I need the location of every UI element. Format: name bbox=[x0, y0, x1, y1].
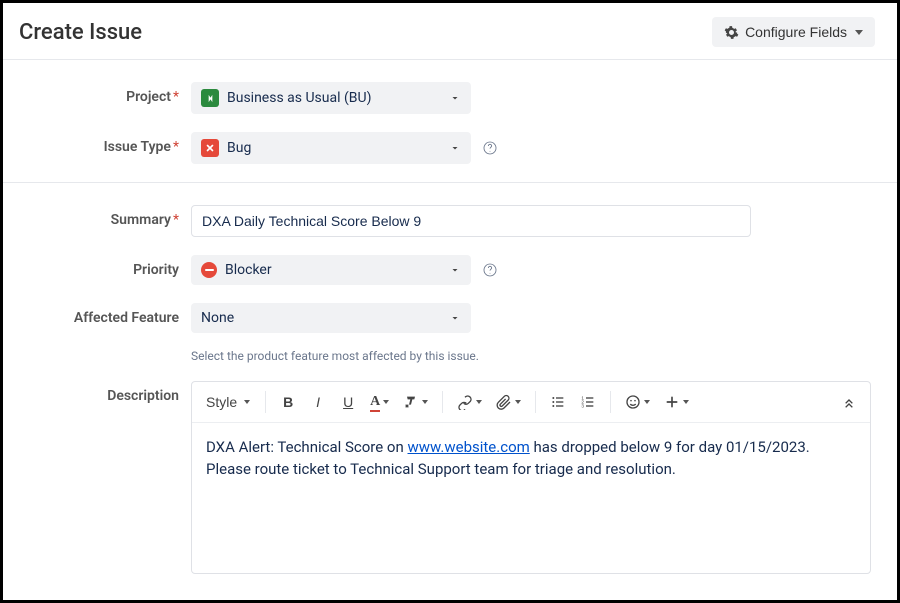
affected-feature-value: None bbox=[201, 310, 234, 326]
project-row: Project* Business as Usual (BU) bbox=[19, 82, 875, 114]
text-color-button[interactable]: A bbox=[365, 388, 394, 416]
create-issue-dialog: Create Issue Configure Fields Project* bbox=[0, 0, 900, 603]
configure-fields-label: Configure Fields bbox=[745, 24, 847, 40]
divider bbox=[3, 182, 897, 183]
chevron-down-icon bbox=[683, 400, 689, 404]
description-label: Description bbox=[19, 381, 191, 404]
bullet-list-button[interactable] bbox=[545, 388, 571, 416]
issue-type-select[interactable]: Bug bbox=[191, 132, 471, 164]
bug-icon bbox=[201, 139, 219, 157]
chevron-down-icon bbox=[855, 30, 863, 35]
dialog-header: Create Issue Configure Fields bbox=[19, 3, 875, 59]
description-row: Description Style B I U A bbox=[19, 381, 875, 574]
gear-icon bbox=[724, 25, 739, 40]
separator bbox=[610, 391, 611, 413]
project-select[interactable]: Business as Usual (BU) bbox=[191, 82, 471, 114]
chevron-down-icon bbox=[515, 400, 521, 404]
insert-more-button[interactable] bbox=[659, 388, 694, 416]
svg-text:3: 3 bbox=[582, 403, 585, 408]
chevron-down-icon bbox=[449, 264, 461, 276]
chevron-down-icon bbox=[244, 400, 250, 404]
summary-input[interactable] bbox=[191, 205, 751, 237]
bold-button[interactable]: B bbox=[275, 388, 301, 416]
help-icon[interactable] bbox=[481, 261, 499, 279]
summary-row: Summary* bbox=[19, 205, 875, 237]
issue-type-value: Bug bbox=[227, 140, 251, 156]
separator bbox=[442, 391, 443, 413]
project-value: Business as Usual (BU) bbox=[227, 90, 371, 106]
project-label: Project* bbox=[19, 82, 191, 105]
separator bbox=[535, 391, 536, 413]
editor-toolbar: Style B I U A bbox=[192, 382, 870, 423]
summary-label: Summary* bbox=[19, 205, 191, 228]
emoji-button[interactable] bbox=[620, 388, 655, 416]
description-link[interactable]: www.website.com bbox=[408, 438, 530, 456]
collapse-toolbar-button[interactable] bbox=[836, 388, 862, 416]
blocker-icon bbox=[201, 262, 217, 278]
chevron-down-icon bbox=[449, 92, 461, 104]
dialog-title: Create Issue bbox=[19, 20, 142, 45]
description-text-before: DXA Alert: Technical Score on bbox=[206, 438, 408, 456]
chevron-down-icon bbox=[422, 400, 428, 404]
chevron-down-icon bbox=[383, 400, 389, 404]
description-textarea[interactable]: DXA Alert: Technical Score on www.websit… bbox=[192, 423, 870, 573]
clear-formatting-button[interactable] bbox=[398, 388, 433, 416]
chevron-down-icon bbox=[644, 400, 650, 404]
affected-feature-select[interactable]: None bbox=[191, 303, 471, 333]
style-dropdown[interactable]: Style bbox=[200, 388, 256, 416]
description-editor: Style B I U A bbox=[191, 381, 871, 574]
issue-type-row: Issue Type* Bug bbox=[19, 132, 875, 164]
attachment-button[interactable] bbox=[491, 388, 526, 416]
configure-fields-button[interactable]: Configure Fields bbox=[712, 17, 875, 47]
required-marker: * bbox=[173, 212, 179, 228]
issue-type-label: Issue Type* bbox=[19, 132, 191, 155]
chevron-down-icon bbox=[449, 312, 461, 324]
link-button[interactable] bbox=[452, 388, 487, 416]
form-body: Project* Business as Usual (BU) Issue Ty… bbox=[19, 60, 875, 574]
priority-value: Blocker bbox=[225, 262, 272, 278]
priority-row: Priority Blocker bbox=[19, 255, 875, 285]
help-icon[interactable] bbox=[481, 139, 499, 157]
priority-select[interactable]: Blocker bbox=[191, 255, 471, 285]
project-icon bbox=[201, 89, 219, 107]
numbered-list-button[interactable]: 123 bbox=[575, 388, 601, 416]
affected-feature-label: Affected Feature bbox=[19, 303, 191, 326]
affected-feature-row: Affected Feature None Select the product… bbox=[19, 303, 875, 363]
affected-feature-hint: Select the product feature most affected… bbox=[191, 349, 479, 363]
italic-button[interactable]: I bbox=[305, 388, 331, 416]
chevron-down-icon bbox=[449, 142, 461, 154]
required-marker: * bbox=[173, 139, 179, 155]
required-marker: * bbox=[173, 89, 179, 105]
chevron-down-icon bbox=[476, 400, 482, 404]
underline-button[interactable]: U bbox=[335, 388, 361, 416]
priority-label: Priority bbox=[19, 255, 191, 278]
separator bbox=[265, 391, 266, 413]
